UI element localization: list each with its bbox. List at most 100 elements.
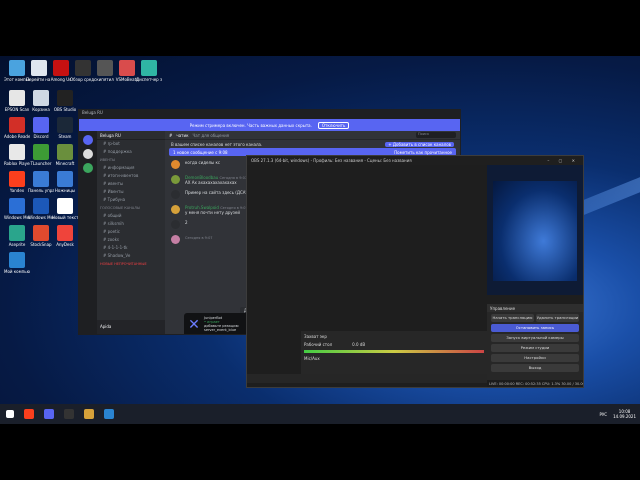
info-text: В вашем списке каналов нет этого канала. [171, 141, 263, 147]
remove-stream-button[interactable]: Удалить трансляции [536, 314, 579, 322]
desktop-icon-image [33, 144, 49, 160]
channel-item[interactable]: # Трибуна [97, 196, 165, 204]
controls-panel: Управление Начать трансляцию Удалить тра… [487, 304, 583, 386]
desktop-icon-image [9, 60, 25, 76]
desktop-icon-label: Yandex [9, 188, 25, 193]
channel-item[interactable]: # итоги-ивентов [97, 172, 165, 180]
clock[interactable]: 10:08 14.09.2021 [613, 409, 636, 419]
user-name: Apida [100, 324, 112, 329]
obs-taskbar-icon[interactable] [64, 409, 74, 419]
desktop-icon[interactable]: Мой компьютер [4, 252, 30, 274]
obs-title: OBS 27.1.3 (64-bit, windows) - Профиль: … [251, 158, 412, 163]
yandex-taskbar-icon[interactable] [24, 409, 34, 419]
taskbar: РУС 10:08 14.09.2021 [0, 404, 640, 424]
desktop-icon[interactable]: Yandex [4, 171, 30, 193]
desktop-icon-image [31, 60, 47, 76]
language-indicator[interactable]: РУС [599, 412, 607, 417]
avatar[interactable] [171, 190, 180, 199]
desktop-icon[interactable]: Aseprite [4, 225, 30, 247]
volume-meter[interactable] [304, 350, 484, 353]
desktop-icon[interactable]: Windows Media Player [4, 198, 30, 220]
desktop-icon[interactable]: Диспетчер задач [136, 60, 162, 82]
channel-item[interactable]: # poetic [97, 228, 165, 236]
desktop-icon[interactable]: OBS Studio [52, 90, 78, 112]
server-name[interactable]: Beluga RU [97, 131, 165, 140]
desktop-icon-label: Корзина [32, 107, 50, 112]
desktop-icon[interactable]: Adobe Reader [4, 117, 30, 139]
explorer-taskbar-icon[interactable] [84, 409, 94, 419]
channel-item[interactable]: # Ивенты [97, 188, 165, 196]
banner-text: Режим стримера включен. Часть важных дан… [189, 122, 312, 128]
search-input[interactable]: Поиск [416, 132, 456, 138]
desktop-icon-image [75, 60, 91, 76]
desktop-icon-image [33, 90, 49, 106]
desktop-icon[interactable]: Roblox Player [4, 144, 30, 166]
desktop-icon-label: Minecraft [55, 161, 75, 166]
desktop-icon[interactable]: Панель управления [28, 171, 54, 193]
obs-window[interactable]: OBS 27.1.3 (64-bit, windows) - Профиль: … [246, 155, 584, 388]
channel-item[interactable]: # rp-bot [97, 140, 165, 148]
desktop-icon[interactable]: Minecraft [52, 144, 78, 166]
desktop-icon[interactable]: Discord [28, 117, 54, 139]
channel-topic: Чат для общения [192, 132, 230, 138]
channel-item[interactable]: # информация [97, 164, 165, 172]
desktop-icon-label: OBS Studio [53, 107, 77, 112]
desktop-icon[interactable]: EPSON Scan [4, 90, 30, 112]
discord-taskbar-icon[interactable] [44, 409, 54, 419]
channel-item[interactable]: # поддержка [97, 148, 165, 156]
start-icon[interactable] [6, 410, 14, 418]
desktop-icon-image [57, 90, 73, 106]
avatar[interactable] [171, 160, 180, 169]
channel-category[interactable]: ГОЛОСОВЫЕ КАНАЛЫ [97, 204, 165, 212]
desktop-icon-image [9, 225, 25, 241]
add-server-icon[interactable] [83, 163, 93, 173]
desktop-icon[interactable]: AnyDesk [52, 225, 78, 247]
mixer-row: Рабочий стол 0.0 dB [301, 342, 487, 347]
add-channel-button[interactable]: + Добавить в список каналов [385, 141, 454, 147]
desktop-icon-image [33, 225, 49, 241]
mark-read-button[interactable]: Пометить как прочитанное [394, 150, 452, 155]
desktop-icon-image [119, 60, 135, 76]
desktop-icon[interactable]: Корзина [28, 90, 54, 112]
desktop-icon-image [9, 144, 25, 160]
desktop-icon[interactable]: Windows Media [28, 198, 54, 220]
avatar[interactable] [171, 235, 180, 244]
channel-item[interactable]: # Shadow_Ve [97, 252, 165, 260]
desktop-icon[interactable]: TLauncher [28, 144, 54, 166]
store-taskbar-icon[interactable] [104, 409, 114, 419]
exit-button[interactable]: Выход [491, 364, 579, 372]
studio-mode-button[interactable]: Режим студии [491, 344, 579, 352]
server-icon[interactable] [83, 149, 93, 159]
channel-item[interactable]: # общий [97, 212, 165, 220]
desktop-icon-image [97, 60, 113, 76]
start-stream-button[interactable]: Начать трансляцию [491, 314, 534, 322]
new-unread-label[interactable]: НОВЫЕ НЕПРОЧИТАННЫЕ [97, 260, 165, 268]
window-controls[interactable]: – ▢ ✕ [547, 158, 579, 163]
home-icon[interactable] [83, 135, 93, 145]
desktop-icon-label: Discord [33, 134, 49, 139]
channel-category[interactable]: ИВЕНТЫ [97, 156, 165, 164]
channel-item[interactable]: # zooks [97, 236, 165, 244]
desktop-icon-label: Windows Media [28, 215, 54, 220]
user-panel: Apida [97, 320, 165, 334]
desktop-icon[interactable]: Ножницы [52, 171, 78, 193]
avatar[interactable] [171, 175, 180, 184]
stop-recording-button[interactable]: Остановить запись [491, 324, 579, 332]
avatar[interactable] [171, 205, 180, 214]
virtual-camera-button[interactable]: Запуск виртуальной камеры [491, 334, 579, 342]
desktop-icon-label: Диспетчер задач [136, 77, 162, 82]
channel-items: # rp-bot # поддержка ИВЕНТЫ # информация # и… [97, 140, 165, 260]
system-tray: РУС 10:08 14.09.2021 [599, 409, 640, 419]
channel-item[interactable]: # ивенты [97, 180, 165, 188]
desktop-icon[interactable]: Steam [52, 117, 78, 139]
desktop-icon[interactable]: Новый текстовый документ [52, 198, 78, 220]
avatar[interactable] [171, 220, 180, 229]
disable-streamer-button[interactable]: Отключить [317, 121, 350, 129]
desktop-icon[interactable]: StockSnap [28, 225, 54, 247]
channel-item[interactable]: # 4-1-1-1-tk [97, 244, 165, 252]
desktop-icon-image [57, 225, 73, 241]
settings-button[interactable]: Настройки [491, 354, 579, 362]
mixer-source[interactable]: Захват экр [301, 331, 487, 342]
channel-item[interactable]: # silksmih [97, 220, 165, 228]
x-logo-icon: ✕ [188, 317, 200, 333]
